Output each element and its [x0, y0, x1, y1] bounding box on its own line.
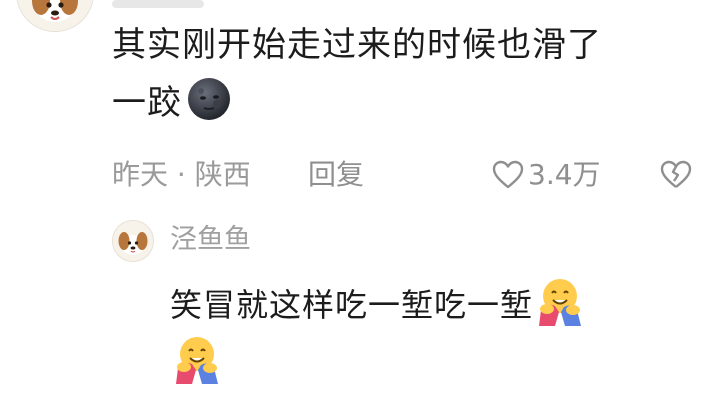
like-button[interactable]: 3.4万 — [492, 153, 601, 197]
reply-button[interactable]: 回复 — [308, 153, 364, 197]
reply-line-1-text: 笑冒就这样吃一堑吃一堑 — [170, 286, 534, 324]
dog-avatar-icon — [113, 221, 153, 261]
comment-time: 昨天 — [112, 158, 169, 191]
comment-line-2: 一跤 — [112, 74, 692, 132]
heart-icon — [492, 160, 524, 189]
comment-line-2-text: 一跤 — [112, 83, 182, 123]
commenter-name-placeholder — [112, 0, 204, 8]
new-moon-face-icon — [186, 76, 232, 122]
comment-meta-row: 昨天 · 陕西 回复 3.4万 — [112, 153, 712, 197]
comment-body: 其实刚开始走过来的时候也滑了 一跤 — [112, 16, 692, 132]
reply-author-avatar[interactable] — [112, 220, 154, 262]
comment-location: 陕西 — [194, 158, 251, 191]
meta-separator: · — [176, 158, 186, 191]
hugging-face-icon — [533, 276, 583, 326]
commenter-avatar[interactable] — [16, 0, 94, 32]
reply-line-2 — [170, 334, 690, 392]
reply-author-name[interactable]: 泾鱼鱼 — [170, 220, 251, 260]
hugging-face-icon — [170, 334, 220, 384]
like-count: 3.4万 — [528, 158, 601, 191]
reply-body: 笑冒就这样吃一堑吃一堑 — [170, 276, 690, 392]
broken-heart-icon[interactable] — [660, 160, 692, 190]
comment-meta: 昨天 · 陕西 — [112, 153, 251, 197]
reply-line-1: 笑冒就这样吃一堑吃一堑 — [170, 276, 690, 334]
dog-avatar-icon — [17, 0, 93, 31]
comment-line-1: 其实刚开始走过来的时候也滑了 — [112, 25, 602, 65]
